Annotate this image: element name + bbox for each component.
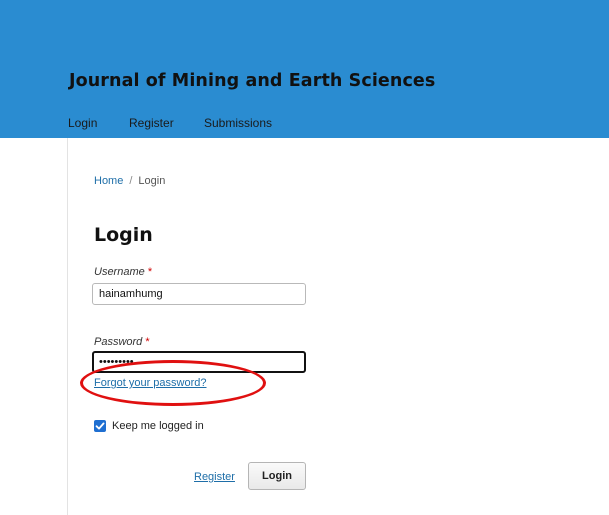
forgot-password-link[interactable]: Forgot your password? bbox=[94, 377, 207, 389]
password-label-text: Password bbox=[94, 336, 143, 348]
required-asterisk: * bbox=[147, 266, 153, 278]
content-border bbox=[67, 138, 68, 515]
password-label: Password * bbox=[94, 336, 150, 348]
nav-login[interactable]: Login bbox=[68, 116, 97, 130]
page-title: Login bbox=[94, 224, 153, 246]
breadcrumb-separator: / bbox=[129, 175, 133, 187]
login-button[interactable]: Login bbox=[248, 462, 306, 490]
breadcrumb: Home / Login bbox=[94, 175, 165, 187]
keep-logged-in-checkbox[interactable] bbox=[94, 420, 106, 432]
username-input[interactable] bbox=[92, 283, 306, 305]
password-input[interactable] bbox=[92, 351, 306, 373]
register-link[interactable]: Register bbox=[194, 471, 235, 483]
checkmark-icon bbox=[95, 422, 105, 430]
breadcrumb-home-link[interactable]: Home bbox=[94, 175, 123, 187]
site-header: Journal of Mining and Earth Sciences Log… bbox=[0, 0, 609, 138]
required-asterisk: * bbox=[145, 336, 150, 348]
keep-logged-in-label[interactable]: Keep me logged in bbox=[112, 420, 204, 432]
nav-register[interactable]: Register bbox=[129, 116, 174, 130]
username-label-text: Username bbox=[94, 266, 145, 278]
username-label: Username * bbox=[94, 266, 152, 278]
journal-title[interactable]: Journal of Mining and Earth Sciences bbox=[69, 71, 435, 91]
nav-submissions[interactable]: Submissions bbox=[204, 116, 272, 130]
breadcrumb-current: Login bbox=[138, 175, 166, 187]
